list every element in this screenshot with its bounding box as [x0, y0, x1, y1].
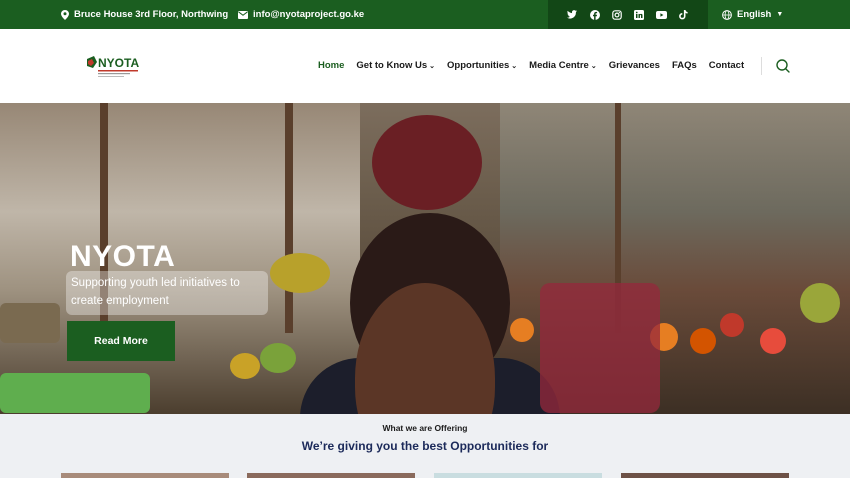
- offering-section: What we are Offering We’re giving you th…: [0, 414, 850, 478]
- produce: [800, 283, 840, 323]
- globe-icon: [722, 9, 732, 20]
- site-logo[interactable]: NYOTA: [84, 53, 144, 80]
- produce: [0, 303, 60, 343]
- envelope-icon: [238, 10, 248, 19]
- read-more-button[interactable]: Read More: [67, 321, 175, 361]
- tiktok-icon[interactable]: [678, 9, 690, 21]
- top-bar: Bruce House 3rd Floor, Northwing info@ny…: [0, 0, 850, 29]
- nav-contact[interactable]: Contact: [709, 60, 744, 71]
- nav-contact-label: Contact: [708, 60, 745, 71]
- opportunity-card[interactable]: [61, 473, 229, 478]
- opportunity-card[interactable]: [247, 473, 415, 478]
- language-selector[interactable]: English ▼: [722, 9, 783, 20]
- nav-opportunities[interactable]: Opportunities ⌄: [447, 60, 517, 71]
- caret-down-icon: ▼: [776, 11, 784, 18]
- nav-home-label: Home: [318, 60, 345, 71]
- market-pole: [285, 103, 293, 333]
- produce: [510, 318, 534, 342]
- logo-text: NYOTA: [98, 56, 139, 70]
- nav-faqs[interactable]: FAQs: [672, 60, 697, 71]
- twitter-icon[interactable]: [566, 9, 578, 21]
- chevron-down-icon: ⌄: [511, 62, 518, 70]
- youtube-icon[interactable]: [655, 9, 667, 21]
- offering-heading: We’re giving you the best Opportunities …: [301, 439, 549, 453]
- social-links: [548, 0, 708, 29]
- chevron-down-icon: ⌄: [429, 62, 436, 70]
- nav-opportunities-label: Opportunities: [447, 60, 510, 71]
- nav-grievances[interactable]: Grievances: [609, 60, 660, 71]
- nav-faqs-label: FAQs: [671, 60, 697, 71]
- email-item[interactable]: info@nyotaproject.go.ke: [238, 9, 364, 20]
- nav-divider: [761, 57, 762, 75]
- email-link[interactable]: info@nyotaproject.go.ke: [253, 9, 364, 20]
- address-text: Bruce House 3rd Floor, Northwing: [74, 9, 229, 20]
- main-header: NYOTA Home Get to Know Us ⌄ Opportunities…: [0, 29, 850, 103]
- produce-pack: [540, 283, 660, 413]
- instagram-icon[interactable]: [611, 9, 623, 21]
- hero-subtitle: Supporting youth led initiatives to crea…: [66, 271, 268, 315]
- linkedin-icon[interactable]: [633, 9, 645, 21]
- produce: [720, 313, 744, 337]
- location-pin-icon: [61, 9, 69, 20]
- hero-title: NYOTA: [70, 240, 176, 273]
- basket: [0, 373, 150, 413]
- chevron-down-icon: ⌄: [590, 62, 597, 70]
- search-button[interactable]: [775, 58, 791, 74]
- produce: [690, 328, 716, 354]
- nav-home[interactable]: Home: [318, 60, 344, 71]
- produce: [760, 328, 786, 354]
- facebook-icon[interactable]: [589, 9, 601, 21]
- nav-media-centre[interactable]: Media Centre ⌄: [529, 60, 597, 71]
- opportunity-card[interactable]: [434, 473, 602, 478]
- nav-media-centre-label: Media Centre: [529, 60, 589, 71]
- hero-banner: NYOTA Supporting youth led initiatives t…: [0, 103, 850, 414]
- hero-person-hair-bun: [372, 115, 482, 210]
- language-label: English: [737, 9, 772, 20]
- produce: [270, 253, 330, 293]
- main-nav: Home Get to Know Us ⌄ Opportunities ⌄ Medi…: [318, 60, 756, 71]
- opportunity-card[interactable]: [621, 473, 789, 478]
- search-icon: [776, 59, 790, 73]
- nav-get-to-know-us-label: Get to Know Us: [356, 60, 428, 71]
- produce: [260, 343, 296, 373]
- nav-get-to-know-us[interactable]: Get to Know Us ⌄: [356, 60, 435, 71]
- address-item: Bruce House 3rd Floor, Northwing: [61, 9, 228, 20]
- offering-tagline: What we are Offering: [382, 423, 468, 433]
- nav-grievances-label: Grievances: [608, 60, 660, 71]
- produce: [230, 353, 260, 379]
